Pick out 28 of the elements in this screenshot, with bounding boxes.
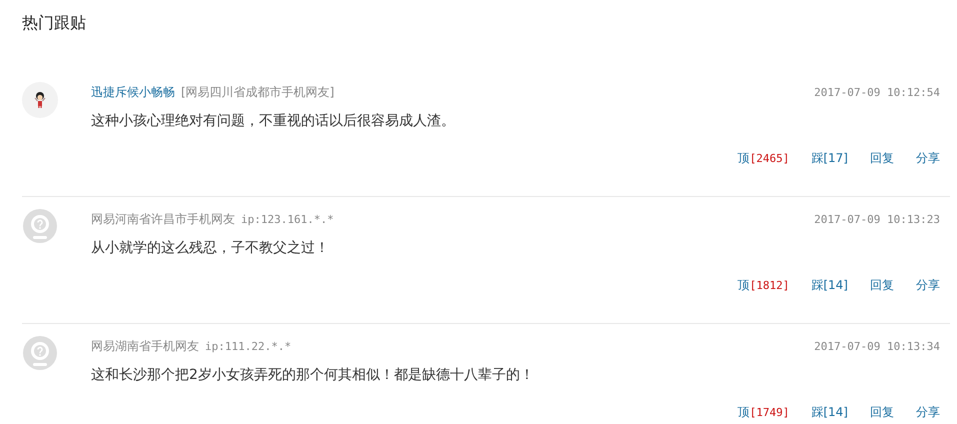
share-link[interactable]: 分享	[916, 404, 940, 421]
ip-address: ip:123.161.*.*	[241, 212, 334, 226]
comment-text: 这和长沙那个把2岁小女孩弄死的那个何其相似！都是缺德十八辈子的！	[91, 366, 535, 384]
anonymous-avatar-icon[interactable]	[22, 209, 58, 245]
anonymous-avatar-icon[interactable]	[22, 336, 58, 372]
post-time: 2017-07-09 10:12:54	[814, 86, 940, 98]
section-title: 热门跟贴	[22, 12, 87, 34]
user-location: 网易湖南省手机网友	[91, 338, 199, 354]
downvote-link[interactable]: 踩[14]	[811, 404, 848, 421]
comment-text: 这种小孩心理绝对有问题，不重视的话以后很容易成人渣。	[91, 112, 456, 130]
upvote-link[interactable]: 顶[1812]	[738, 277, 790, 294]
username-link[interactable]: 迅捷斥候小畅畅	[91, 84, 175, 100]
downvote-link[interactable]: 踩[14]	[811, 277, 848, 294]
comment-text: 从小就学的这么残忍，子不教父之过！	[91, 239, 330, 257]
share-link[interactable]: 分享	[916, 150, 940, 167]
post-time: 2017-07-09 10:13:34	[814, 340, 940, 352]
avatar-icon[interactable]	[22, 82, 58, 118]
user-location: 网易河南省许昌市手机网友	[91, 210, 235, 228]
ip-address: ip:111.22.*.*	[205, 340, 292, 352]
reply-link[interactable]: 回复	[870, 150, 894, 167]
reply-link[interactable]: 回复	[870, 277, 894, 294]
post-time: 2017-07-09 10:13:23	[814, 212, 940, 226]
reply-link[interactable]: 回复	[870, 404, 894, 421]
upvote-link[interactable]: 顶[1749]	[738, 404, 790, 421]
user-location: [网易四川省成都市手机网友]	[181, 84, 334, 100]
share-link[interactable]: 分享	[916, 277, 940, 294]
downvote-link[interactable]: 踩[17]	[811, 150, 848, 167]
upvote-link[interactable]: 顶[2465]	[738, 150, 790, 167]
